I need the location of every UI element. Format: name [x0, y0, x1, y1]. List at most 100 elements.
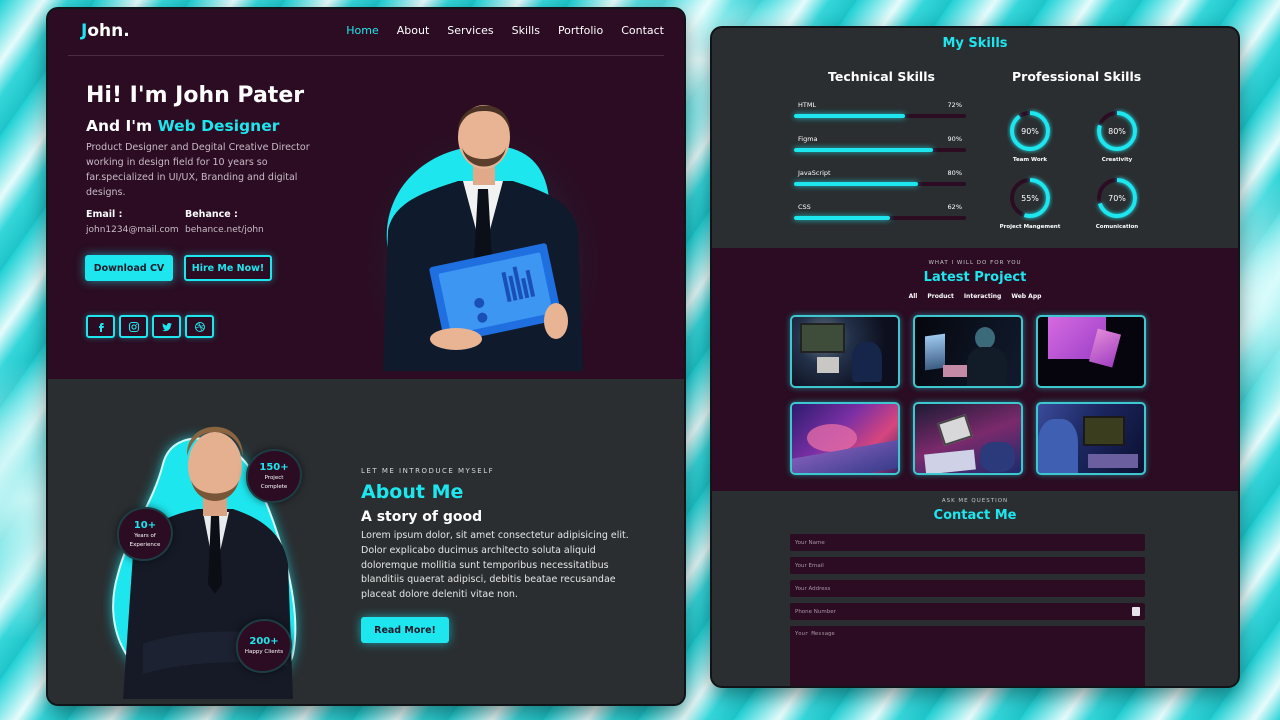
- skill-percent: 80%: [947, 169, 962, 177]
- skill-name: HTML: [798, 101, 817, 109]
- ring-percent: 70%: [1108, 194, 1126, 203]
- stat-caption: Complete: [260, 483, 288, 490]
- skill-ring: 80% Creativity: [1082, 108, 1152, 163]
- stat-value: 200+: [249, 636, 279, 647]
- skill-bar-fill: [794, 114, 906, 118]
- hero-description: Product Designer and Degital Creative Di…: [86, 142, 310, 198]
- behance-label: Behance :: [185, 209, 238, 220]
- behance-value[interactable]: behance.net/john: [185, 225, 264, 235]
- read-more-button[interactable]: Read More!: [361, 617, 449, 643]
- filter-interacting[interactable]: Interacting: [964, 293, 1002, 300]
- logo-text: ohn.: [87, 21, 130, 41]
- ring-caption: Creativity: [1101, 157, 1133, 163]
- instagram-icon: [128, 321, 139, 332]
- nav-services[interactable]: Services: [447, 24, 493, 37]
- skill-percent: 90%: [947, 135, 962, 143]
- about-text: Lorem ipsum dolor, sit amet consectetur …: [361, 530, 629, 601]
- portfolio-sections-window: TECHNICAL AND PROFESSIONAL My Skills Tec…: [712, 28, 1238, 686]
- professional-skills-title: Professional Skills: [1012, 69, 1142, 84]
- filter-product[interactable]: Product: [927, 293, 953, 300]
- contact-section: ASK ME QUESTION Contact Me: [712, 491, 1238, 686]
- ring-percent: 90%: [1021, 127, 1039, 136]
- skill-bar-fill: [794, 216, 890, 220]
- skill-ring-chart: 70%: [1097, 178, 1137, 218]
- project-tile[interactable]: [790, 402, 900, 475]
- nav-portfolio[interactable]: Portfolio: [558, 24, 603, 37]
- stat-caption: Project: [264, 474, 284, 481]
- skill-bar-header: CSS 62%: [794, 203, 966, 211]
- skill-bar: JavaScript 80%: [794, 169, 966, 186]
- facebook-button[interactable]: [86, 315, 115, 338]
- message-textarea[interactable]: [790, 626, 1145, 686]
- stat-caption: Years of: [134, 532, 156, 539]
- project-grid: [790, 315, 1146, 475]
- ring-caption: Project Mangement: [999, 224, 1061, 230]
- download-cv-button[interactable]: Download CV: [85, 255, 173, 281]
- subtitle-highlight: Web Designer: [157, 117, 280, 135]
- about-subtitle: A story of good: [361, 509, 483, 525]
- contact-title: Contact Me: [933, 508, 1017, 523]
- twitter-icon: [161, 322, 172, 331]
- projects-eyebrow: WHAT I WILL DO FOR YOU: [928, 260, 1022, 266]
- email-value[interactable]: john1234@mail.com: [86, 225, 179, 235]
- skill-name: Figma: [798, 135, 818, 143]
- facebook-icon: [98, 322, 104, 332]
- nav-contact[interactable]: Contact: [621, 24, 664, 37]
- hire-me-button[interactable]: Hire Me Now!: [184, 255, 272, 281]
- technical-skills-title: Technical Skills: [828, 69, 935, 84]
- hero-portrait-image: [368, 105, 598, 371]
- filter-web-app[interactable]: Web App: [1011, 293, 1041, 300]
- twitter-button[interactable]: [152, 315, 181, 338]
- contact-eyebrow: ASK ME QUESTION: [941, 498, 1009, 504]
- skill-ring-chart: 55%: [1010, 178, 1050, 218]
- project-tile[interactable]: [913, 402, 1023, 475]
- skill-bar-track: [794, 114, 966, 118]
- nav-home[interactable]: Home: [346, 24, 378, 37]
- nav-about[interactable]: About: [397, 24, 430, 37]
- skill-bar-header: HTML 72%: [794, 101, 966, 109]
- navbar: John. Home About Services Skills Portfol…: [68, 9, 664, 56]
- ring-percent: 80%: [1108, 127, 1126, 136]
- about-eyebrow: LET ME INTRODUCE MYSELF: [361, 467, 495, 475]
- skill-bar: CSS 62%: [794, 203, 966, 220]
- address-input[interactable]: [790, 580, 1145, 597]
- project-tile[interactable]: [790, 315, 900, 388]
- phone-input[interactable]: [790, 603, 1145, 620]
- portfolio-home-window: John. Home About Services Skills Portfol…: [48, 9, 684, 704]
- dribbble-icon: [194, 321, 205, 332]
- project-tile[interactable]: [1036, 402, 1146, 475]
- stat-value: 150+: [259, 461, 289, 473]
- skill-bar-fill: [794, 148, 934, 152]
- stat-caption: Experience: [129, 541, 161, 548]
- project-tile[interactable]: [1036, 315, 1146, 388]
- projects-section: WHAT I WILL DO FOR YOU Latest Project Al…: [712, 248, 1238, 491]
- filter-all[interactable]: All: [909, 293, 918, 300]
- skills-section: TECHNICAL AND PROFESSIONAL My Skills Tec…: [712, 28, 1238, 248]
- skill-percent: 72%: [947, 101, 962, 109]
- skills-eyebrow: TECHNICAL AND PROFESSIONAL: [712, 28, 1238, 30]
- email-info: Email : john1234@mail.com: [86, 209, 179, 235]
- name-input[interactable]: [790, 534, 1145, 551]
- skill-ring: 55% Project Mangement: [995, 175, 1065, 230]
- dribbble-button[interactable]: [185, 315, 214, 338]
- skill-bar: Figma 90%: [794, 135, 966, 152]
- hero-subtitle: And I'm Web Designer: [86, 117, 279, 135]
- about-title: About Me: [361, 481, 464, 503]
- project-filters: All Product Interacting Web App: [712, 293, 1238, 300]
- projects-title: Latest Project: [923, 270, 1027, 285]
- skill-name: CSS: [798, 203, 811, 211]
- hero-title: Hi! I'm John Pater: [86, 83, 305, 108]
- skill-ring-chart: 90%: [1010, 111, 1050, 151]
- hero-section: John. Home About Services Skills Portfol…: [48, 9, 684, 379]
- nav-links: Home About Services Skills Portfolio Con…: [346, 24, 664, 37]
- email-label: Email :: [86, 209, 123, 220]
- logo[interactable]: John.: [81, 21, 130, 41]
- instagram-button[interactable]: [119, 315, 148, 338]
- social-links: [86, 315, 214, 338]
- nav-skills[interactable]: Skills: [512, 24, 540, 37]
- email-input[interactable]: [790, 557, 1145, 574]
- phone-spinner[interactable]: [1132, 607, 1140, 616]
- ring-percent: 55%: [1021, 194, 1039, 203]
- skill-percent: 62%: [947, 203, 962, 211]
- project-tile[interactable]: [913, 315, 1023, 388]
